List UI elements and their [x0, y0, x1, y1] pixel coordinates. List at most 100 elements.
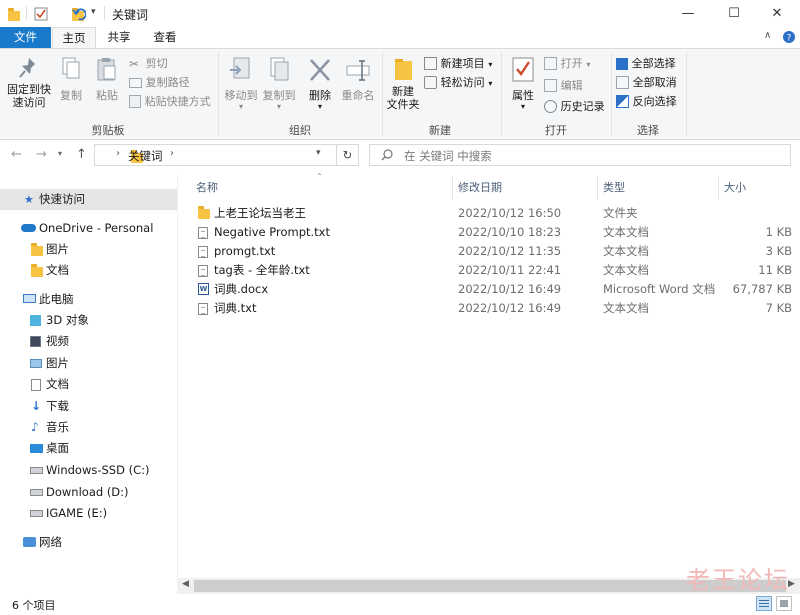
copy-path-label: 复制路径: [145, 76, 190, 89]
nav-od-documents[interactable]: 文档: [0, 260, 178, 281]
file-row[interactable]: tag表 - 全年龄.txt 2022/10/11 22:41 文本文档 11 …: [192, 261, 800, 280]
back-arrow-icon[interactable]: ←: [11, 147, 22, 162]
tab-view[interactable]: 查看: [143, 27, 187, 48]
breadcrumb-separator-icon[interactable]: ›: [170, 148, 174, 159]
up-arrow-icon[interactable]: ↑: [76, 147, 87, 162]
properties-quick-icon[interactable]: [34, 7, 48, 21]
nav-onedrive[interactable]: OneDrive - Personal: [0, 218, 178, 239]
nav-label: 文档: [46, 263, 69, 277]
new-folder-button[interactable]: 新建 文件夹: [385, 54, 421, 118]
column-divider[interactable]: [452, 176, 453, 200]
forward-arrow-icon[interactable]: →: [36, 147, 47, 162]
file-row[interactable]: 上老王论坛当老王 2022/10/12 16:50 文件夹: [192, 204, 800, 223]
address-history-chevron-icon[interactable]: ▾: [316, 148, 321, 158]
easy-access-button[interactable]: 轻松访问 ▾: [424, 74, 492, 90]
properties-button[interactable]: 属性 ▾: [506, 54, 540, 118]
column-divider[interactable]: [718, 176, 719, 200]
invert-selection-label: 反向选择: [632, 95, 677, 108]
large-icons-view-icon: [780, 600, 788, 607]
column-header-date[interactable]: 修改日期: [458, 180, 502, 196]
nav-drive-c[interactable]: Windows-SSD (C:): [0, 460, 178, 481]
nav-music[interactable]: ♪ 音乐: [0, 417, 178, 438]
pin-quick-access-button[interactable]: 固定到快 速访问: [4, 54, 54, 118]
nav-label: OneDrive - Personal: [39, 221, 154, 235]
text-file-icon: [198, 246, 208, 258]
select-all-button[interactable]: 全部选择: [616, 55, 676, 71]
details-view-button[interactable]: [756, 596, 772, 611]
nav-downloads[interactable]: ↓ 下载: [0, 396, 178, 417]
customize-qat-chevron-icon[interactable]: ▾: [91, 7, 96, 17]
scroll-left-arrow-icon[interactable]: ◀: [182, 579, 189, 589]
nav-label: 图片: [46, 242, 69, 256]
minimize-button[interactable]: —: [665, 0, 711, 27]
select-none-button[interactable]: 全部取消: [616, 74, 677, 90]
collapse-ribbon-chevron-icon[interactable]: ∧: [764, 30, 771, 41]
nav-label: IGAME (E:): [46, 506, 108, 520]
file-size: 7 KB: [765, 301, 792, 315]
item-count: 6 个项目: [12, 599, 56, 612]
drive-icon: [30, 489, 43, 496]
breadcrumb-current[interactable]: 关键词: [128, 148, 163, 164]
refresh-icon: ↻: [342, 148, 353, 162]
text-file-icon: [198, 303, 208, 315]
tab-file[interactable]: 文件: [0, 27, 51, 48]
large-icons-view-button[interactable]: [776, 596, 792, 611]
file-size: 67,787 KB: [732, 282, 792, 296]
nav-network[interactable]: 网络: [0, 532, 178, 553]
nav-pictures[interactable]: 图片: [0, 353, 178, 374]
rename-button[interactable]: 重命名: [339, 54, 377, 118]
easy-access-label: 轻松访问: [440, 76, 485, 89]
copy-label: 复制: [60, 89, 82, 102]
nav-od-pictures[interactable]: 图片: [0, 239, 178, 260]
edit-button[interactable]: 编辑: [544, 77, 583, 93]
nav-desktop[interactable]: 桌面: [0, 438, 178, 459]
file-type: 文本文档: [603, 301, 649, 315]
refresh-button[interactable]: ↻: [337, 144, 359, 166]
paste-shortcut-button[interactable]: 粘贴快捷方式: [129, 93, 211, 109]
nav-3d-objects[interactable]: 3D 对象: [0, 310, 178, 331]
tab-share[interactable]: 共享: [98, 27, 140, 48]
file-row[interactable]: W 词典.docx 2022/10/12 16:49 Microsoft Wor…: [192, 280, 800, 299]
move-to-button[interactable]: 移动到 ▾: [222, 54, 260, 118]
nav-label: 快速访问: [39, 192, 85, 206]
text-file-icon: [198, 227, 208, 239]
recent-locations-chevron-icon[interactable]: ▾: [58, 149, 62, 158]
nav-this-pc[interactable]: 此电脑: [0, 289, 178, 310]
watermark: 老王论坛: [686, 566, 790, 594]
column-header-size[interactable]: 大小: [724, 180, 746, 196]
help-icon[interactable]: ?: [782, 30, 796, 44]
open-button[interactable]: 打开 ▾: [544, 55, 590, 71]
new-item-button[interactable]: 新建项目 ▾: [424, 55, 492, 71]
breadcrumb-separator-icon[interactable]: ›: [116, 148, 120, 159]
undo-icon[interactable]: [72, 7, 86, 21]
close-button[interactable]: ✕: [754, 0, 800, 27]
maximize-button[interactable]: ☐: [711, 0, 757, 27]
invert-selection-icon: [616, 95, 629, 108]
column-divider[interactable]: [597, 176, 598, 200]
tab-home[interactable]: 主页: [52, 27, 96, 48]
paste-button[interactable]: 粘贴: [90, 54, 124, 118]
nav-documents[interactable]: 文档: [0, 374, 178, 395]
copy-path-button[interactable]: 复制路径: [129, 74, 190, 90]
nav-videos[interactable]: 视频: [0, 331, 178, 352]
column-header-name[interactable]: 名称: [196, 180, 218, 196]
history-icon: [544, 100, 557, 113]
nav-drive-d[interactable]: Download (D:): [0, 482, 178, 503]
column-header-type[interactable]: 类型: [603, 180, 625, 196]
status-bar: [0, 594, 800, 615]
copy-to-button[interactable]: 复制到 ▾: [260, 54, 298, 118]
invert-selection-button[interactable]: 反向选择: [616, 93, 677, 109]
rename-icon: [346, 60, 370, 81]
cut-button[interactable]: ✂ 剪切: [129, 55, 168, 71]
nav-drive-e[interactable]: IGAME (E:): [0, 503, 178, 524]
file-size: 3 KB: [765, 244, 792, 258]
file-row[interactable]: promgt.txt 2022/10/12 11:35 文本文档 3 KB: [192, 242, 800, 261]
pin-label-2: 速访问: [12, 96, 46, 109]
nav-quick-access[interactable]: ★ 快速访问: [0, 189, 178, 210]
new-item-chevron-icon: ▾: [488, 60, 493, 69]
copy-button[interactable]: 复制: [56, 54, 86, 118]
history-button[interactable]: 历史记录: [544, 98, 605, 114]
file-row[interactable]: 词典.txt 2022/10/12 16:49 文本文档 7 KB: [192, 299, 800, 318]
file-row[interactable]: Negative Prompt.txt 2022/10/10 18:23 文本文…: [192, 223, 800, 242]
delete-button[interactable]: 删除 ▾: [303, 54, 337, 118]
